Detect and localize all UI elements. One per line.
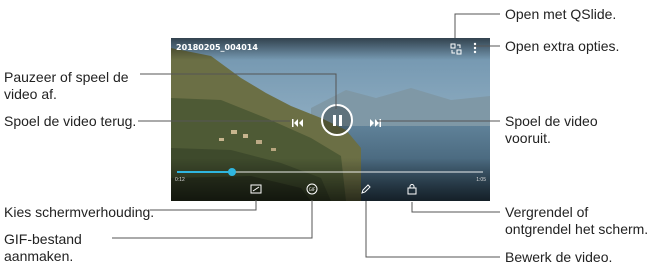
pencil-icon[interactable] [360,183,372,195]
leader-lock [411,202,500,213]
callout-rewind: Spoel de video terug. [4,113,137,129]
callout-more-options: Open extra opties. [505,38,620,54]
svg-text:GIF: GIF [309,187,316,192]
callout-lock: Vergrendel of ontgrendel het scherm. [505,204,649,237]
pause-button[interactable] [321,104,353,136]
pause-icon [333,115,336,126]
video-player[interactable]: 20180205_004014 0:12 1:05 GIF [171,38,490,201]
rewind-icon[interactable] [292,115,304,127]
more-options-icon[interactable] [470,41,480,55]
bottom-bar [171,158,490,201]
callout-qslide: Open met QSlide. [505,6,617,22]
callout-forward: Spoel de video vooruit. [505,113,598,146]
time-current: 0:12 [175,177,185,183]
progress-fill [177,171,233,173]
callout-aspect-ratio: Kies schermverhouding. [4,204,155,220]
callout-edit: Bewerk de video. [505,249,613,265]
leader-edit [365,201,500,258]
time-total: 1:05 [476,177,486,183]
leader-qslide [454,13,500,38]
aspect-ratio-icon[interactable] [250,183,262,195]
gif-icon[interactable]: GIF [306,183,318,195]
qslide-icon[interactable] [450,42,462,55]
progress-bar[interactable] [177,168,483,176]
video-file-name: 20180205_004014 [176,43,258,52]
leader-aspect-ratio [150,200,257,211]
callout-pause-play: Pauzeer of speel de video af. [4,69,129,102]
fast-forward-icon[interactable] [369,115,381,127]
lock-icon[interactable] [406,183,418,195]
callout-gif: GIF-bestand aanmaken. [4,231,82,264]
